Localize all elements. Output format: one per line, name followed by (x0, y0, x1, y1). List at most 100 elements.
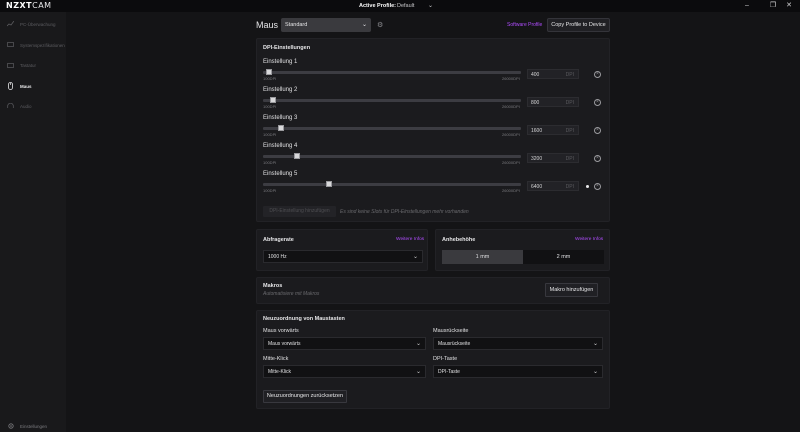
chevron-down-icon: ⌄ (415, 369, 421, 375)
remap-label-forward: Maus vorwärts (263, 328, 299, 334)
remap-select-forward[interactable]: Maus vorwärts ⌄ (263, 337, 426, 350)
remove-dpi-icon[interactable]: × (594, 99, 601, 106)
chevron-down-icon: ⌄ (412, 254, 418, 260)
remove-dpi-icon[interactable]: × (594, 127, 601, 134)
dpi-unit: DPI (565, 184, 574, 190)
polling-rate-select[interactable]: 1000 Hz ⌄ (263, 250, 423, 263)
dpi-setting-label: Einstellung 4 (263, 143, 298, 149)
sidebar-item-system-specs[interactable]: Systemspezifikationen (0, 37, 66, 53)
dpi-unit: DPI (565, 156, 574, 162)
dpi-slider-handle[interactable] (278, 125, 284, 131)
no-slots-text: Es sind keine Slots für DPI-Einstellunge… (340, 209, 469, 215)
dpi-slider[interactable] (263, 69, 521, 75)
dpi-min-label: 100DPI (263, 76, 277, 81)
dpi-value: 6400 (531, 184, 543, 190)
dpi-slider[interactable] (263, 181, 521, 187)
restore-icon[interactable]: ❐ (767, 1, 779, 11)
line-chart-icon (7, 21, 14, 28)
active-profile-value[interactable]: Default (397, 3, 414, 9)
dpi-min-label: 100DPI (263, 160, 277, 165)
dpi-value-input[interactable]: 6400 DPI (527, 181, 579, 191)
sidebar-item-label: Systemspezifikationen (20, 42, 65, 48)
dpi-setting-label: Einstellung 2 (263, 87, 298, 93)
dpi-max-label: 26000DPI (502, 160, 520, 165)
remap-select-middle[interactable]: Mitte-Klick ⌄ (263, 365, 426, 378)
dpi-min-label: 100DPI (263, 132, 277, 137)
minimize-icon[interactable]: – (741, 1, 753, 11)
sidebar-item-mouse[interactable]: Maus (0, 78, 66, 94)
sidebar: PC-Überwachung Systemspezifikationen Tas… (0, 12, 66, 432)
dpi-max-label: 26000DPI (502, 132, 520, 137)
polling-rate-value: 1000 Hz (268, 254, 287, 260)
dpi-value-input[interactable]: 800 DPI (527, 97, 579, 107)
chevron-down-icon[interactable]: ⌄ (428, 2, 433, 9)
lift-off-title: Anhebehöhe (442, 237, 476, 243)
profile-select[interactable]: Standard ⌄ (281, 18, 371, 32)
remap-select-back[interactable]: Mausrückseite ⌄ (433, 337, 603, 350)
dpi-slider[interactable] (263, 153, 521, 159)
copy-profile-button[interactable]: Copy Profile to Device (547, 18, 610, 32)
software-profile-link[interactable]: Software Profile (507, 22, 542, 28)
sidebar-item-settings[interactable]: Einstellungen (0, 418, 66, 432)
dpi-value: 3200 (531, 156, 543, 162)
lift-option-1mm[interactable]: 1 mm (442, 250, 523, 264)
dpi-slider-handle[interactable] (270, 97, 276, 103)
dpi-slider-handle[interactable] (326, 181, 332, 187)
gear-icon[interactable]: ⚙ (377, 21, 383, 29)
page-title: Maus (256, 20, 279, 30)
remap-title: Neuzuordnung von Maustasten (263, 316, 345, 322)
lift-more-info-link[interactable]: Weitere Infos (575, 237, 603, 242)
remove-dpi-icon[interactable]: × (594, 71, 601, 78)
macros-subtitle: Automatisiere mit Makros (263, 291, 320, 297)
remap-label-middle: Mitte-Klick (263, 356, 289, 362)
sidebar-item-keyboard[interactable]: Tastatur (0, 57, 66, 73)
dpi-value-input[interactable]: 400 DPI (527, 69, 579, 79)
keyboard-icon (7, 62, 14, 69)
add-macro-button[interactable]: Makro hinzufügen (545, 283, 598, 297)
logo-main-text: NZXT (6, 1, 33, 10)
remap-select-dpi[interactable]: DPI-Taste ⌄ (433, 365, 603, 378)
dpi-section-title: DPI-Einstellungen (263, 45, 311, 51)
dpi-slider[interactable] (263, 97, 521, 103)
sidebar-item-label: Tastatur (20, 62, 37, 68)
remove-dpi-icon[interactable]: × (594, 183, 601, 190)
reset-remap-button[interactable]: Neuzuordnungen zurücksetzen (263, 390, 347, 403)
remap-label-dpi: DPI-Taste (433, 356, 458, 362)
dpi-setting-label: Einstellung 1 (263, 59, 298, 65)
chevron-down-icon: ⌄ (592, 369, 598, 375)
close-icon[interactable]: ✕ (783, 1, 795, 11)
dpi-slider-handle[interactable] (266, 69, 272, 75)
dpi-setting-label: Einstellung 3 (263, 115, 298, 121)
dpi-setting-label: Einstellung 5 (263, 171, 298, 177)
sidebar-item-audio[interactable]: Audio (0, 98, 66, 114)
dpi-slider[interactable] (263, 125, 521, 131)
polling-rate-title: Abfragerate (263, 237, 294, 243)
dpi-slider-handle[interactable] (294, 153, 300, 159)
remap-value: Maus vorwärts (268, 341, 301, 347)
dpi-value: 1600 (531, 128, 543, 134)
title-bar: NZXTCAM Active Profile: Default ⌄ – ❐ ✕ (0, 0, 800, 12)
chevron-down-icon: ⌄ (415, 341, 421, 347)
dpi-value-input[interactable]: 3200 DPI (527, 153, 579, 163)
dpi-unit: DPI (565, 72, 574, 78)
add-dpi-setting-button[interactable]: DPI-Einstellung hinzufügen (263, 206, 336, 217)
dpi-value: 800 (531, 100, 540, 106)
lift-option-2mm[interactable]: 2 mm (523, 250, 604, 264)
polling-more-info-link[interactable]: Weitere Infos (396, 237, 424, 242)
dpi-value: 400 (531, 72, 540, 78)
dpi-value-input[interactable]: 1600 DPI (527, 125, 579, 135)
remap-value: DPI-Taste (438, 369, 460, 375)
sidebar-item-pc-monitoring[interactable]: PC-Überwachung (0, 16, 66, 32)
sidebar-item-label: Einstellungen (20, 423, 48, 429)
chevron-down-icon: ⌄ (592, 341, 598, 347)
gear-icon (7, 423, 14, 430)
macros-title: Makros (263, 283, 283, 289)
logo-suffix-text: CAM (32, 1, 52, 10)
nzxt-cam-logo: NZXTCAM (6, 1, 52, 10)
dpi-min-label: 100DPI (263, 104, 277, 109)
dpi-max-label: 26000DPI (502, 188, 520, 193)
dpi-min-label: 100DPI (263, 188, 277, 193)
remove-dpi-icon[interactable]: × (594, 155, 601, 162)
sidebar-item-label: Maus (20, 83, 32, 89)
remap-value: Mausrückseite (438, 341, 471, 347)
